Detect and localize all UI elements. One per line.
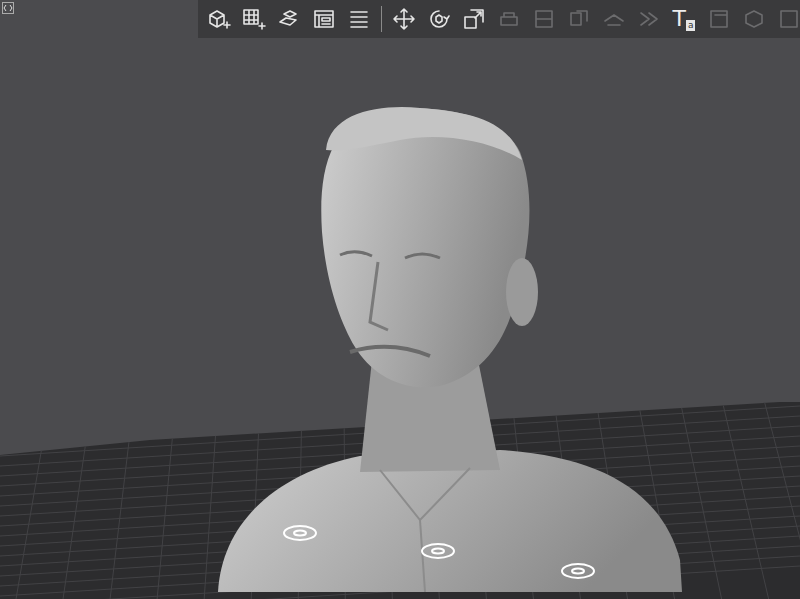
toolbar-button [492, 2, 526, 36]
toolbar-button[interactable] [237, 2, 271, 36]
slicer-window: Ta [0, 0, 800, 599]
collapse-icon [2, 2, 14, 14]
toolbar-button [562, 2, 596, 36]
toolbar-button [632, 2, 666, 36]
add-cube-icon [207, 7, 231, 31]
rotate-icon [427, 7, 451, 31]
toolbar-button[interactable] [387, 2, 421, 36]
toolbar-button[interactable] [342, 2, 376, 36]
measure-icon [637, 7, 661, 31]
seam-icon [532, 7, 556, 31]
text-tool-button[interactable]: Ta [667, 2, 701, 36]
toolbar-button [597, 2, 631, 36]
toolbar-button[interactable] [457, 2, 491, 36]
list-icon [347, 7, 371, 31]
toolbar-button [772, 2, 800, 36]
layout-icon [312, 7, 336, 31]
support-icon [497, 7, 521, 31]
bust-model[interactable] [218, 107, 682, 592]
toolbar-button[interactable] [202, 2, 236, 36]
scale-icon [462, 7, 486, 31]
fdm-icon [567, 7, 591, 31]
toolbar: Ta [198, 0, 800, 38]
support-marker-icon[interactable] [284, 526, 594, 578]
toolbar-button [702, 2, 736, 36]
toolbar-button [527, 2, 561, 36]
add-grid-icon [242, 7, 266, 31]
toolbar-button[interactable] [272, 2, 306, 36]
variable-icon [707, 7, 731, 31]
move-icon [392, 7, 416, 31]
3d-viewport[interactable]: Ta [0, 0, 800, 599]
emboss-icon [777, 7, 800, 31]
simplify-icon [742, 7, 766, 31]
cut-icon [602, 7, 626, 31]
toolbar-button [737, 2, 771, 36]
toolbar-button[interactable] [422, 2, 456, 36]
scene[interactable] [0, 0, 800, 599]
arrange-icon [277, 7, 301, 31]
toolbar-button[interactable] [307, 2, 341, 36]
sidebar-toggle[interactable] [1, 1, 15, 15]
toolbar-separator [381, 6, 382, 32]
